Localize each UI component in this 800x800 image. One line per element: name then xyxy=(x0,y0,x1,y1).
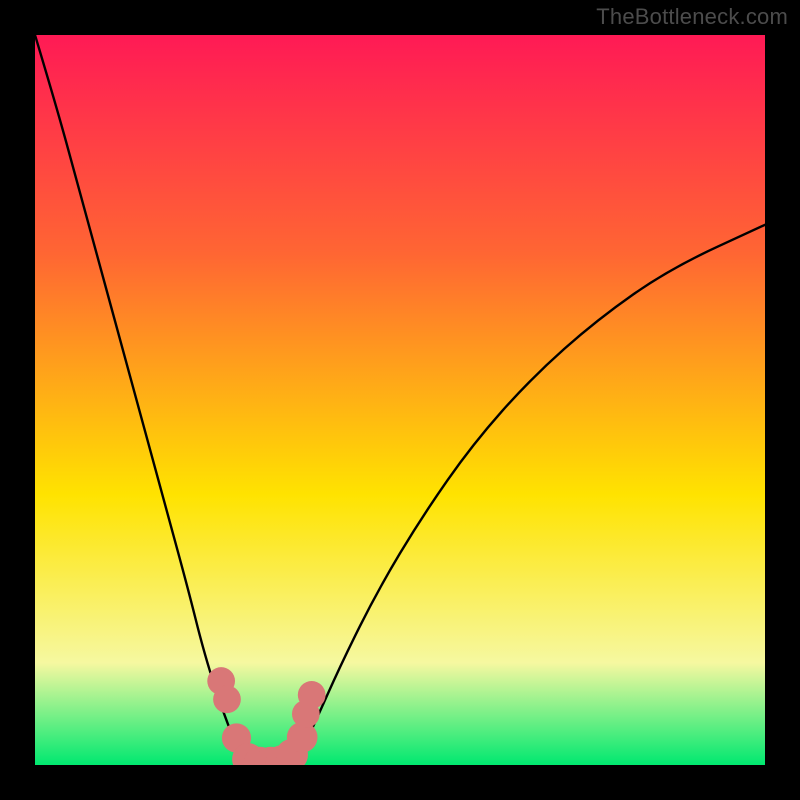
marker-dot xyxy=(298,681,326,709)
plot-area xyxy=(35,35,765,765)
marker-dot xyxy=(213,685,241,713)
gradient-background xyxy=(35,35,765,765)
plot-svg xyxy=(35,35,765,765)
watermark-text: TheBottleneck.com xyxy=(596,4,788,30)
chart-frame: TheBottleneck.com xyxy=(0,0,800,800)
